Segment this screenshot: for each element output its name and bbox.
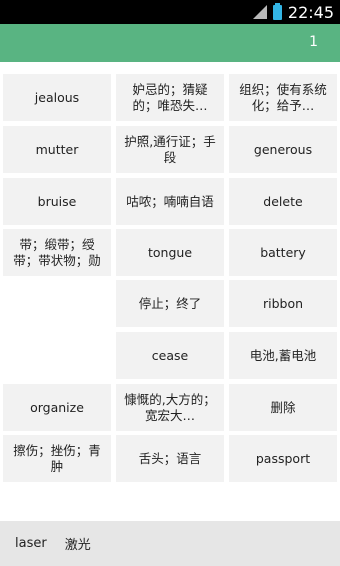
card-grid: jealous 妒忌的；猜疑的；唯恐失… 组织；使有系统化；给予… mutter…: [0, 74, 340, 494]
card[interactable]: 咕哝；喃喃自语: [116, 178, 224, 225]
card[interactable]: 电池,蓄电池: [229, 332, 337, 379]
status-icons: 22:45: [252, 0, 340, 24]
card[interactable]: 慷慨的,大方的；宽宏大…: [116, 384, 224, 431]
card[interactable]: 擦伤；挫伤；青肿: [3, 435, 111, 482]
card[interactable]: 护照,通行证；手段: [116, 126, 224, 173]
card[interactable]: bruise: [3, 178, 111, 225]
clock: 22:45: [287, 2, 334, 22]
card[interactable]: cease: [116, 332, 224, 379]
card[interactable]: tongue: [116, 229, 224, 276]
card[interactable]: 删除: [229, 384, 337, 431]
app-bar: 1: [0, 24, 340, 62]
card[interactable]: 组织；使有系统化；给予…: [229, 74, 337, 121]
counter: 1: [309, 34, 318, 50]
battery-icon: [272, 2, 282, 20]
card[interactable]: 带；缎带；绶带；带状物；勋: [3, 229, 111, 276]
card[interactable]: passport: [229, 435, 337, 482]
current-word: laser: [15, 536, 47, 551]
card[interactable]: organize: [3, 384, 111, 431]
signal-icon: [252, 5, 267, 19]
card[interactable]: generous: [229, 126, 337, 173]
card[interactable]: ribbon: [229, 280, 337, 327]
card[interactable]: delete: [229, 178, 337, 225]
card[interactable]: 舌头；语言: [116, 435, 224, 482]
card[interactable]: jealous: [3, 74, 111, 121]
card[interactable]: 妒忌的；猜疑的；唯恐失…: [116, 74, 224, 121]
card[interactable]: mutter: [3, 126, 111, 173]
card[interactable]: 停止；终了: [116, 280, 224, 327]
card[interactable]: battery: [229, 229, 337, 276]
bottom-bar: laser 激光: [0, 521, 340, 566]
status-bar: 22:45: [0, 0, 340, 24]
current-meaning: 激光: [64, 538, 91, 553]
